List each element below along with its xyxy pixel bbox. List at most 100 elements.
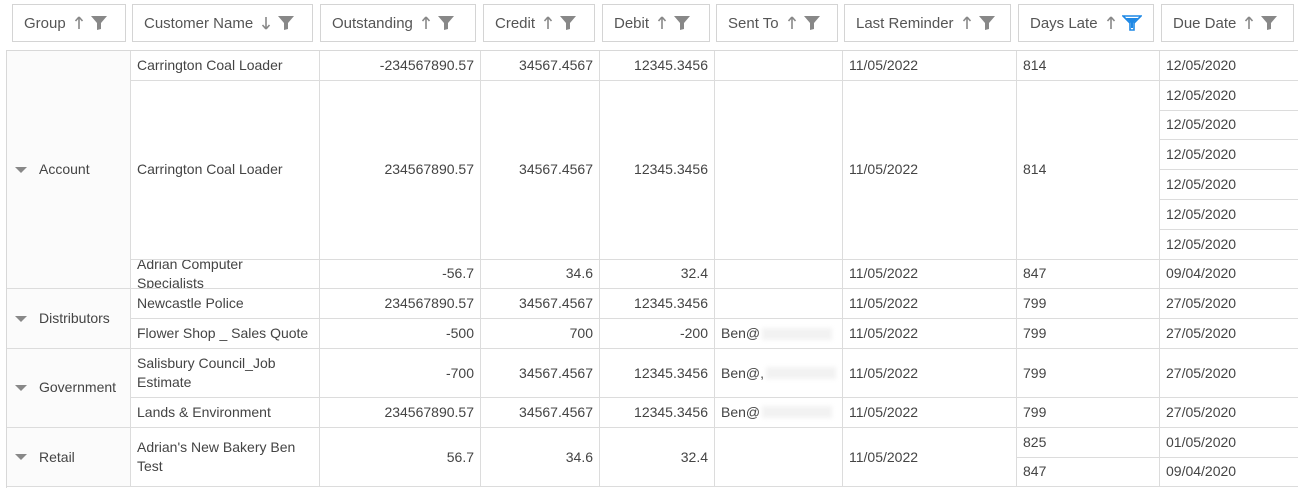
last-reminder-cell-text: 11/05/2022 [849, 56, 919, 73]
sort-ascending-icon[interactable] [74, 16, 84, 30]
group-cell-retail[interactable]: Retail [7, 427, 131, 488]
outstanding-cell-text: 234567890.57 [384, 403, 474, 420]
days-late-cell: 814 [1017, 80, 1160, 260]
days-late-cell: 799 [1017, 289, 1160, 320]
sort-ascending-icon[interactable] [787, 16, 797, 30]
debit-cell: 12345.3456 [600, 398, 715, 428]
filter-icon[interactable] [90, 15, 108, 31]
customer-name-cell: Adrian's New Bakery Ben Test [131, 427, 320, 488]
column-header-sent-to[interactable]: Sent To [716, 4, 838, 42]
column-header-label: Days Late [1030, 14, 1098, 32]
customer-name-cell: Flower Shop _ Sales Quote [131, 319, 320, 349]
filter-active-icon[interactable] [1121, 15, 1142, 31]
last-reminder-cell-text: 11/05/2022 [849, 364, 919, 381]
due-date-cell: 12/05/2020 [1160, 110, 1298, 141]
days-late-cell-text: 799 [1023, 295, 1047, 312]
days-late-cell: 799 [1017, 319, 1160, 349]
sort-ascending-icon[interactable] [1106, 16, 1116, 30]
last-reminder-cell: 11/05/2022 [843, 259, 1017, 290]
days-late-cell-text: 799 [1023, 364, 1047, 381]
column-header-days-late[interactable]: Days Late [1018, 4, 1154, 42]
column-header-last-reminder[interactable]: Last Reminder [844, 4, 1011, 42]
column-header-credit[interactable]: Credit [483, 4, 595, 42]
days-late-cell-text: 825 [1023, 433, 1047, 450]
sent-to-cell-text: Ben@, [721, 364, 765, 381]
group-label: Distributors [39, 310, 110, 327]
sent-to-cell [715, 51, 843, 81]
customer-name-cell-text: Salisbury Council_Job Estimate [137, 355, 276, 390]
filter-icon[interactable] [673, 15, 691, 31]
due-date-cell: 27/05/2020 [1160, 289, 1298, 320]
sent-to-cell: Ben@ [715, 319, 843, 349]
customer-name-cell: Salisbury Council_Job Estimate [131, 349, 320, 398]
collapse-caret-icon[interactable] [15, 454, 27, 461]
collapse-caret-icon[interactable] [15, 384, 27, 391]
filter-icon[interactable] [803, 15, 821, 31]
credit-cell-text: 700 [569, 325, 593, 342]
group-label: Government [39, 379, 117, 396]
last-reminder-cell-text: 11/05/2022 [849, 403, 919, 420]
filter-icon[interactable] [559, 15, 577, 31]
collapse-caret-icon[interactable] [15, 166, 27, 173]
sort-ascending-icon[interactable] [543, 16, 553, 30]
debit-cell-text: 12345.3456 [634, 161, 708, 178]
customer-name-cell-text: Carrington Coal Loader [137, 56, 283, 73]
debit-cell: 12345.3456 [600, 289, 715, 320]
sort-ascending-icon[interactable] [962, 16, 972, 30]
days-late-cell-text: 847 [1023, 463, 1047, 480]
debit-cell: 12345.3456 [600, 80, 715, 260]
filter-icon[interactable] [1260, 15, 1278, 31]
debit-cell-text: 32.4 [680, 448, 708, 465]
due-date-cell: 09/04/2020 [1160, 457, 1298, 488]
days-late-cell: 847 [1017, 457, 1160, 488]
days-late-cell-text: 814 [1023, 161, 1047, 178]
column-header-debit[interactable]: Debit [602, 4, 710, 42]
collapse-caret-icon[interactable] [15, 315, 27, 322]
column-header-label: Sent To [728, 14, 779, 32]
outstanding-cell: 56.7 [320, 427, 481, 488]
customer-name-cell: Lands & Environment [131, 398, 320, 428]
sent-to-cell [715, 259, 843, 290]
column-header-group[interactable]: Group [12, 4, 126, 42]
customer-name-cell: Carrington Coal Loader [131, 80, 320, 260]
filter-icon[interactable] [437, 15, 455, 31]
credit-cell: 34567.4567 [481, 349, 600, 398]
days-late-cell-text: 799 [1023, 325, 1047, 342]
column-header-outstanding[interactable]: Outstanding [320, 4, 476, 42]
group-cell-account[interactable]: Account [7, 51, 131, 290]
days-late-cell-text: 814 [1023, 56, 1047, 73]
due-date-cell: 12/05/2020 [1160, 140, 1298, 171]
data-grid: Carrington Coal Loader -234567890.57 34567… [6, 50, 1298, 488]
sort-descending-icon[interactable] [261, 16, 271, 30]
days-late-cell: 799 [1017, 349, 1160, 398]
due-date-cell-text: 01/05/2020 [1166, 433, 1237, 450]
column-header-label: Credit [495, 14, 536, 32]
customer-name-cell-text: Lands & Environment [137, 403, 271, 420]
sort-ascending-icon[interactable] [657, 16, 667, 30]
customer-name-cell-text: Flower Shop _ Sales Quote [137, 325, 309, 342]
column-header-customer-name[interactable]: Customer Name [132, 4, 313, 42]
debit-cell-text: -200 [679, 325, 708, 342]
credit-cell: 34.6 [481, 427, 600, 488]
last-reminder-cell-text: 11/05/2022 [849, 161, 919, 178]
column-header-due-date[interactable]: Due Date [1161, 4, 1294, 42]
sent-to-cell [715, 427, 843, 488]
debit-cell: 32.4 [600, 427, 715, 488]
due-date-cell-text: 12/05/2020 [1166, 235, 1237, 252]
outstanding-cell: 234567890.57 [320, 289, 481, 320]
debit-cell: 12345.3456 [600, 349, 715, 398]
outstanding-cell: -234567890.57 [320, 51, 481, 81]
group-cell-government[interactable]: Government [7, 349, 131, 428]
group-cell-distributors[interactable]: Distributors [7, 289, 131, 349]
filter-icon[interactable] [277, 15, 295, 31]
sort-ascending-icon[interactable] [421, 16, 431, 30]
column-header-label: Outstanding [332, 14, 413, 32]
customer-name-cell: Newcastle Police [131, 289, 320, 320]
sort-ascending-icon[interactable] [1244, 16, 1254, 30]
due-date-cell-text: 27/05/2020 [1166, 325, 1237, 342]
due-date-cell-text: 09/04/2020 [1166, 463, 1237, 480]
group-label: Retail [39, 448, 75, 465]
outstanding-cell: -700 [320, 349, 481, 398]
outstanding-cell: 234567890.57 [320, 80, 481, 260]
filter-icon[interactable] [978, 15, 996, 31]
